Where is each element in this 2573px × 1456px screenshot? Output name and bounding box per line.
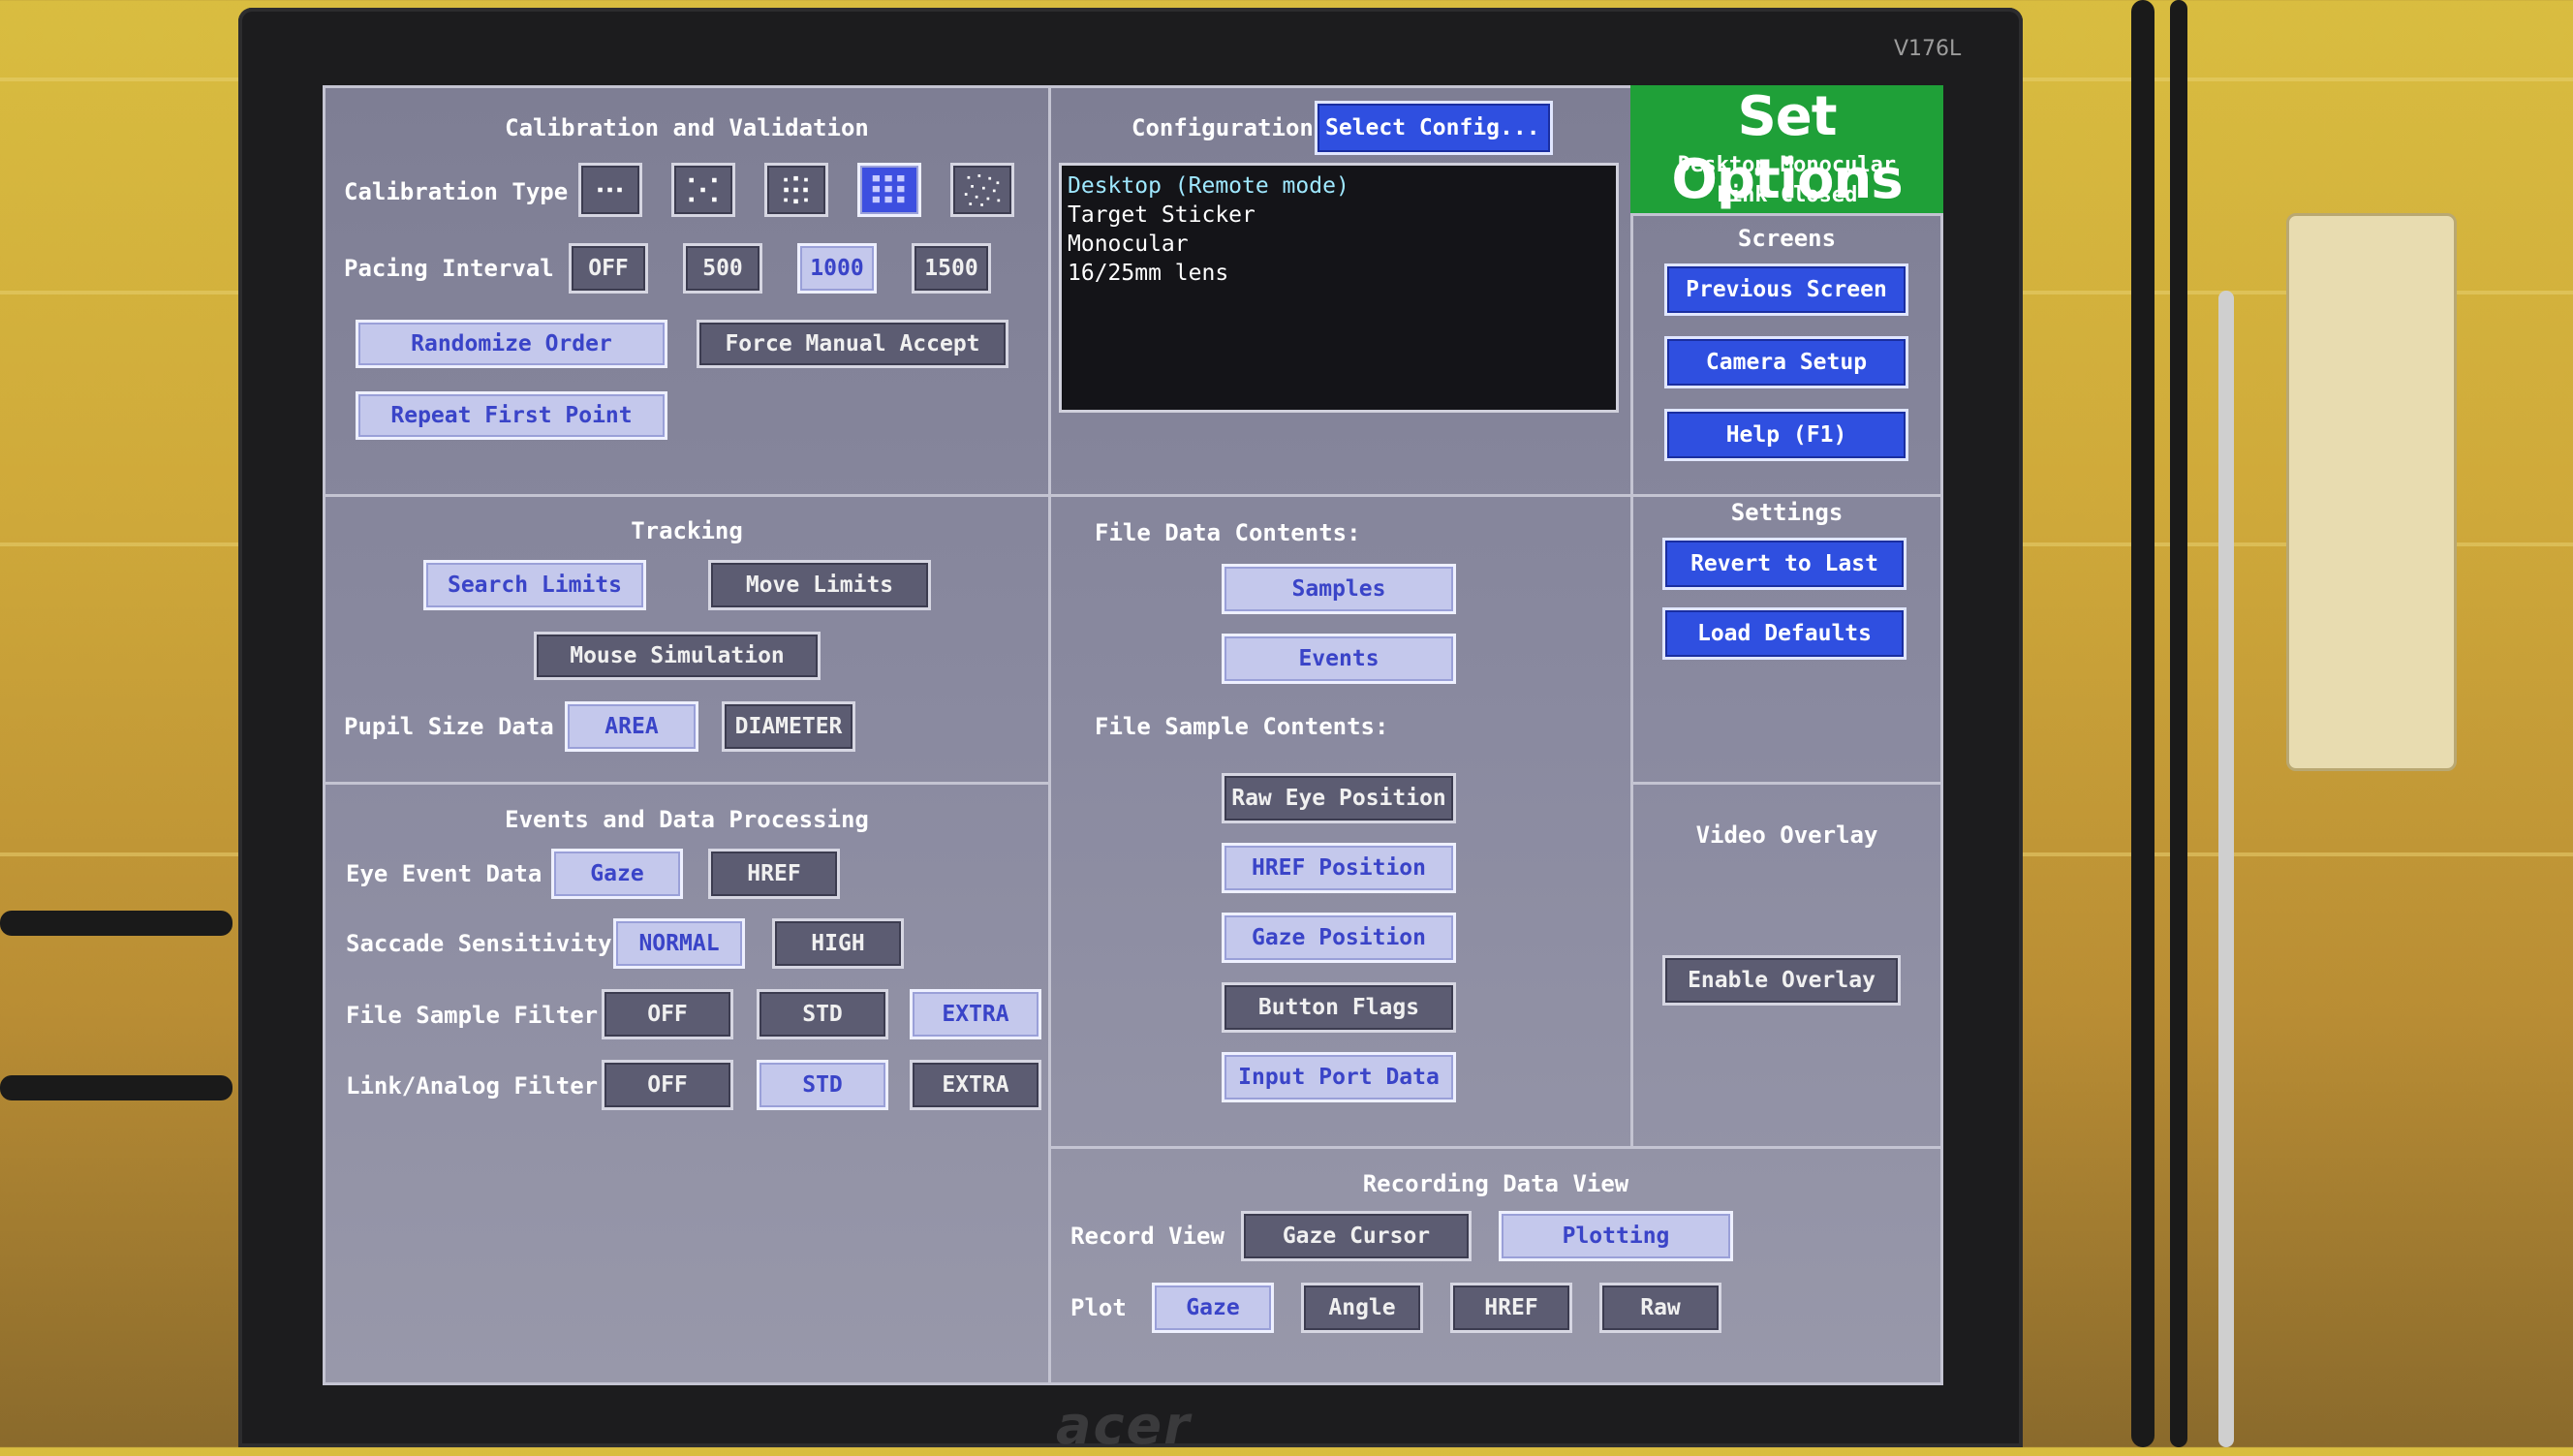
plot-gaze-button[interactable]: Gaze [1152, 1283, 1274, 1333]
eye-event-data-label: Eye Event Data [346, 860, 542, 887]
pacing-500-button[interactable]: 500 [683, 243, 762, 294]
tracking-heading: Tracking [631, 517, 743, 544]
pupil-diameter-button[interactable]: DIAMETER [722, 701, 855, 752]
three-dot-icon [598, 187, 622, 193]
config-line: Monocular [1068, 232, 1189, 257]
file-filter-std-button[interactable]: STD [757, 989, 888, 1039]
tracker-mode-status: Desktop Monocular [1677, 153, 1897, 177]
enable-overlay-button[interactable]: Enable Overlay [1662, 955, 1901, 1006]
plot-raw-button[interactable]: Raw [1599, 1283, 1721, 1333]
saccade-normal-button[interactable]: NORMAL [613, 918, 745, 969]
cable [0, 1075, 232, 1100]
eye-event-gaze-button[interactable]: Gaze [551, 849, 683, 899]
file-data-contents-heading: File Data Contents: [1095, 519, 1361, 546]
title-banner: Set Options Desktop Monocular Link Close… [1630, 85, 1943, 216]
file-sample-filter-label: File Sample Filter [346, 1002, 599, 1029]
button-flags-button[interactable]: Button Flags [1222, 982, 1456, 1033]
pacing-off-button[interactable]: OFF [569, 243, 648, 294]
grid-dot-icon [872, 175, 905, 203]
plot-label: Plot [1070, 1294, 1127, 1321]
cable [2131, 0, 2154, 1447]
search-limits-button[interactable]: Search Limits [423, 560, 646, 610]
eye-event-href-button[interactable]: HREF [708, 849, 840, 899]
recording-data-view-heading: Recording Data View [1362, 1170, 1629, 1197]
random-dot-icon [964, 174, 1001, 206]
previous-screen-button[interactable]: Previous Screen [1664, 263, 1908, 316]
saccade-sensitivity-label: Saccade Sensitivity [346, 930, 612, 957]
calibration-type-label: Calibration Type [344, 178, 569, 205]
gaze-position-button[interactable]: Gaze Position [1222, 913, 1456, 963]
monitor-model-label: V176L [1894, 37, 1962, 61]
input-port-data-button[interactable]: Input Port Data [1222, 1052, 1456, 1102]
wall-socket [2286, 213, 2457, 771]
cable [2218, 291, 2234, 1447]
config-line-selected: Desktop (Remote mode) [1068, 173, 1349, 199]
select-config-button[interactable]: Select Config... [1315, 101, 1553, 155]
pacing-interval-label: Pacing Interval [344, 255, 554, 282]
file-samples-button[interactable]: Samples [1222, 564, 1456, 614]
camera-setup-button[interactable]: Camera Setup [1664, 336, 1908, 388]
settings-heading: Settings [1730, 499, 1844, 526]
plot-href-button[interactable]: HREF [1450, 1283, 1572, 1333]
link-analog-filter-label: Link/Analog Filter [346, 1072, 599, 1100]
pupil-area-button[interactable]: AREA [565, 701, 698, 752]
config-line: Target Sticker [1068, 202, 1256, 228]
pacing-1000-button[interactable]: 1000 [797, 243, 877, 294]
link-filter-std-button[interactable]: STD [757, 1060, 888, 1110]
calibration-type-5-button[interactable] [671, 163, 735, 217]
file-sample-contents-heading: File Sample Contents: [1095, 713, 1389, 740]
cable [2170, 0, 2187, 1447]
plotting-button[interactable]: Plotting [1499, 1211, 1733, 1261]
configuration-label: Configuration: [1132, 114, 1328, 141]
calibration-type-9-button[interactable] [764, 163, 828, 217]
gaze-cursor-button[interactable]: Gaze Cursor [1241, 1211, 1472, 1261]
randomize-order-button[interactable]: Randomize Order [356, 320, 667, 368]
config-line: 16/25mm lens [1068, 261, 1229, 286]
repeat-first-point-button[interactable]: Repeat First Point [356, 391, 667, 440]
move-limits-button[interactable]: Move Limits [708, 560, 931, 610]
video-overlay-heading: Video Overlay [1695, 821, 1878, 849]
screens-heading: Screens [1737, 225, 1837, 252]
saccade-high-button[interactable]: HIGH [772, 918, 904, 969]
revert-to-last-button[interactable]: Revert to Last [1662, 538, 1906, 590]
set-options-screen: Set Options Desktop Monocular Link Close… [323, 85, 1943, 1385]
record-view-label: Record View [1070, 1223, 1224, 1250]
file-filter-off-button[interactable]: OFF [602, 989, 733, 1039]
force-manual-accept-button[interactable]: Force Manual Accept [697, 320, 1008, 368]
link-filter-off-button[interactable]: OFF [602, 1060, 733, 1110]
load-defaults-button[interactable]: Load Defaults [1662, 607, 1906, 660]
raw-eye-position-button[interactable]: Raw Eye Position [1222, 773, 1456, 823]
pupil-size-label: Pupil Size Data [344, 713, 554, 740]
nine-dot-icon [784, 175, 808, 204]
pacing-1500-button[interactable]: 1500 [912, 243, 991, 294]
plot-angle-button[interactable]: Angle [1301, 1283, 1423, 1333]
help-button[interactable]: Help (F1) [1664, 409, 1908, 461]
calibration-type-3-button[interactable] [578, 163, 642, 217]
link-status: Link Closed [1716, 183, 1858, 207]
calibration-type-random-button[interactable] [950, 163, 1014, 217]
mouse-simulation-button[interactable]: Mouse Simulation [534, 632, 821, 680]
link-filter-extra-button[interactable]: EXTRA [910, 1060, 1041, 1110]
href-position-button[interactable]: HREF Position [1222, 843, 1456, 893]
configuration-list: Desktop (Remote mode) Target Sticker Mon… [1059, 163, 1619, 413]
calibration-heading: Calibration and Validation [505, 114, 869, 141]
calibration-type-13-button[interactable] [857, 163, 921, 217]
file-events-button[interactable]: Events [1222, 634, 1456, 684]
events-processing-heading: Events and Data Processing [505, 806, 869, 833]
file-filter-extra-button[interactable]: EXTRA [910, 989, 1041, 1039]
five-dot-icon [689, 177, 717, 202]
cable [0, 911, 232, 936]
